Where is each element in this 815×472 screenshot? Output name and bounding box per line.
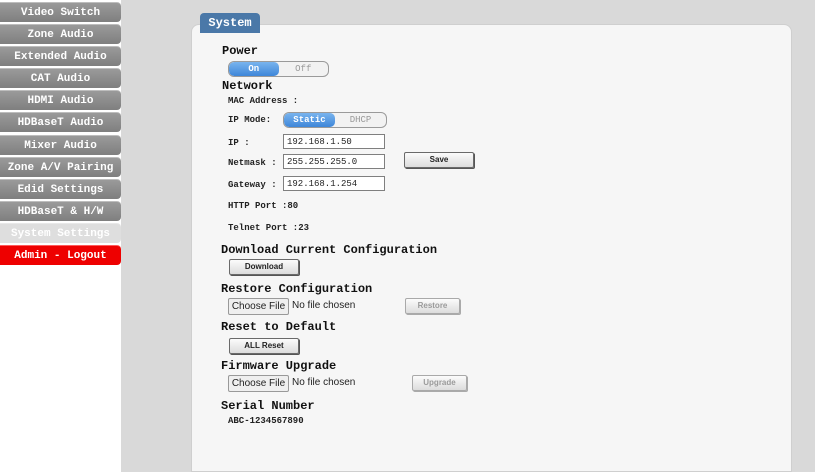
sidebar-item-cat-audio[interactable]: CAT Audio: [0, 68, 121, 88]
sidebar-item-edid-settings[interactable]: Edid Settings: [0, 179, 121, 199]
all-reset-button[interactable]: ALL Reset: [229, 338, 299, 354]
sidebar-item-hdmi-audio[interactable]: HDMI Audio: [0, 90, 121, 110]
save-button[interactable]: Save: [404, 152, 474, 168]
restore-file-status: No file chosen: [292, 300, 356, 311]
sidebar: Video Switch Zone Audio Extended Audio C…: [0, 0, 121, 472]
sidebar-item-zone-audio[interactable]: Zone Audio: [0, 24, 121, 44]
upgrade-button[interactable]: Upgrade: [412, 375, 467, 391]
restore-button[interactable]: Restore: [405, 298, 460, 314]
sidebar-item-hdbaset-audio[interactable]: HDBaseT Audio: [0, 112, 121, 132]
section-tab-system: System: [200, 13, 260, 33]
sidebar-item-mixer-audio[interactable]: Mixer Audio: [0, 135, 121, 155]
gateway-input[interactable]: [283, 176, 385, 191]
restore-choose-file-button[interactable]: Choose File: [228, 298, 289, 315]
http-port-label: HTTP Port :80: [228, 201, 299, 211]
sidebar-item-zone-av-pairing[interactable]: Zone A/V Pairing: [0, 157, 121, 177]
reset-default-heading: Reset to Default: [221, 320, 337, 334]
power-heading: Power: [222, 44, 259, 58]
network-heading: Network: [222, 79, 273, 93]
serial-number-value: ABC-1234567890: [228, 416, 304, 426]
sidebar-item-video-switch[interactable]: Video Switch: [0, 2, 121, 22]
mac-address-label: MAC Address :: [228, 96, 299, 106]
download-button[interactable]: Download: [229, 259, 299, 275]
power-off-option[interactable]: Off: [279, 62, 329, 76]
sidebar-item-extended-audio[interactable]: Extended Audio: [0, 46, 121, 66]
sidebar-item-hdbaset-hw[interactable]: HDBaseT & H/W: [0, 201, 121, 221]
ip-mode-label: IP Mode:: [228, 115, 272, 125]
sidebar-item-admin-logout[interactable]: Admin - Logout: [0, 245, 121, 265]
download-config-heading: Download Current Configuration: [221, 243, 438, 257]
restore-config-heading: Restore Configuration: [221, 282, 373, 296]
power-toggle[interactable]: On Off: [228, 61, 329, 77]
firmware-choose-file-button[interactable]: Choose File: [228, 375, 289, 392]
serial-number-heading: Serial Number: [221, 399, 315, 413]
ip-input[interactable]: [283, 134, 385, 149]
netmask-label: Netmask :: [228, 158, 277, 168]
netmask-input[interactable]: [283, 154, 385, 169]
telnet-port-label: Telnet Port :23: [228, 223, 310, 233]
firmware-upgrade-heading: Firmware Upgrade: [221, 359, 337, 373]
ip-mode-toggle[interactable]: Static DHCP: [283, 112, 387, 128]
ip-label: IP :: [228, 138, 250, 148]
power-on-option[interactable]: On: [229, 62, 279, 76]
ip-mode-static-option[interactable]: Static: [284, 113, 335, 127]
gateway-label: Gateway :: [228, 180, 277, 190]
ip-mode-dhcp-option[interactable]: DHCP: [335, 113, 386, 127]
sidebar-item-system-settings[interactable]: System Settings: [0, 223, 121, 243]
firmware-file-status: No file chosen: [292, 377, 356, 388]
